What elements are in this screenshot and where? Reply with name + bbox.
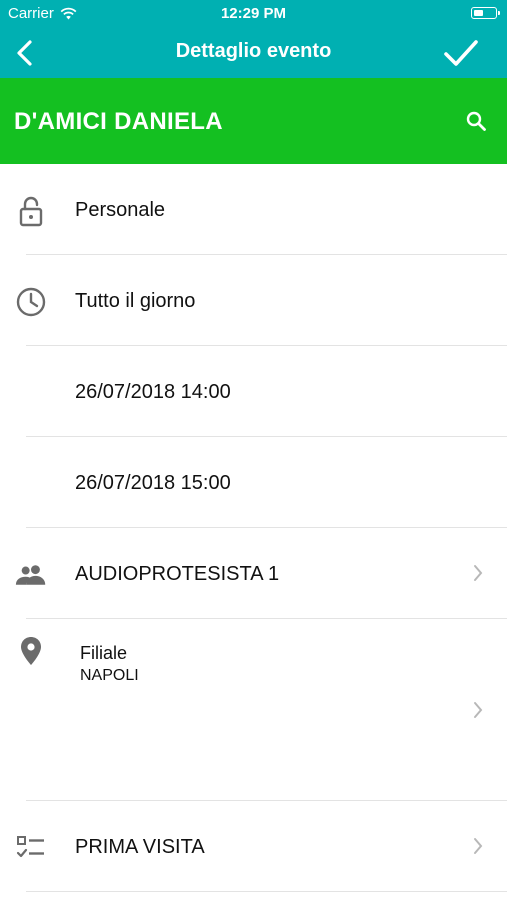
end-datetime: 26/07/2018 15:00 xyxy=(75,472,231,494)
row-divider xyxy=(26,891,507,892)
checkmark-icon[interactable] xyxy=(443,38,479,68)
all-day-label: Tutto il giorno xyxy=(75,290,196,312)
chevron-right-icon xyxy=(474,838,483,854)
status-time: 12:29 PM xyxy=(220,5,287,22)
people-icon xyxy=(15,565,46,585)
lock-icon xyxy=(19,196,43,227)
battery-icon xyxy=(471,7,500,19)
start-datetime-row[interactable]: 26/07/2018 14:00 xyxy=(0,346,507,437)
privacy-label: Personale xyxy=(75,199,166,221)
visit-type-label: PRIMA VISITA xyxy=(75,836,205,858)
operator-label: AUDIOPROTESISTA 1 xyxy=(75,563,280,585)
page-title: Dettaglio evento xyxy=(175,40,332,62)
chevron-right-icon xyxy=(474,565,483,581)
operator-row[interactable]: AUDIOPROTESISTA 1 xyxy=(0,528,507,619)
patient-name: D'AMICI DANIELA xyxy=(14,108,223,135)
privacy-row[interactable]: Personale xyxy=(0,164,507,255)
battery-level xyxy=(474,10,483,16)
visit-type-row[interactable]: PRIMA VISITA xyxy=(0,801,507,892)
clock-icon xyxy=(16,287,46,317)
nav-bar: Dettaglio evento xyxy=(0,28,507,78)
checklist-icon xyxy=(16,836,44,858)
all-day-row[interactable]: Tutto il giorno xyxy=(0,255,507,346)
status-bar: Carrier 12:29 PM xyxy=(0,0,507,28)
end-datetime-row[interactable]: 26/07/2018 15:00 xyxy=(0,437,507,528)
location-value: NAPOLI xyxy=(80,667,139,684)
search-icon[interactable] xyxy=(465,110,487,132)
location-pin-icon xyxy=(21,637,41,665)
location-row[interactable]: Filiale NAPOLI xyxy=(0,619,507,801)
location-title: Filiale xyxy=(80,643,128,663)
patient-banner: D'AMICI DANIELA xyxy=(0,78,507,164)
chevron-right-icon xyxy=(474,702,483,718)
app-screen: Carrier 12:29 PM Dettaglio evento D'AMIC… xyxy=(0,0,507,900)
start-datetime: 26/07/2018 14:00 xyxy=(75,381,231,403)
